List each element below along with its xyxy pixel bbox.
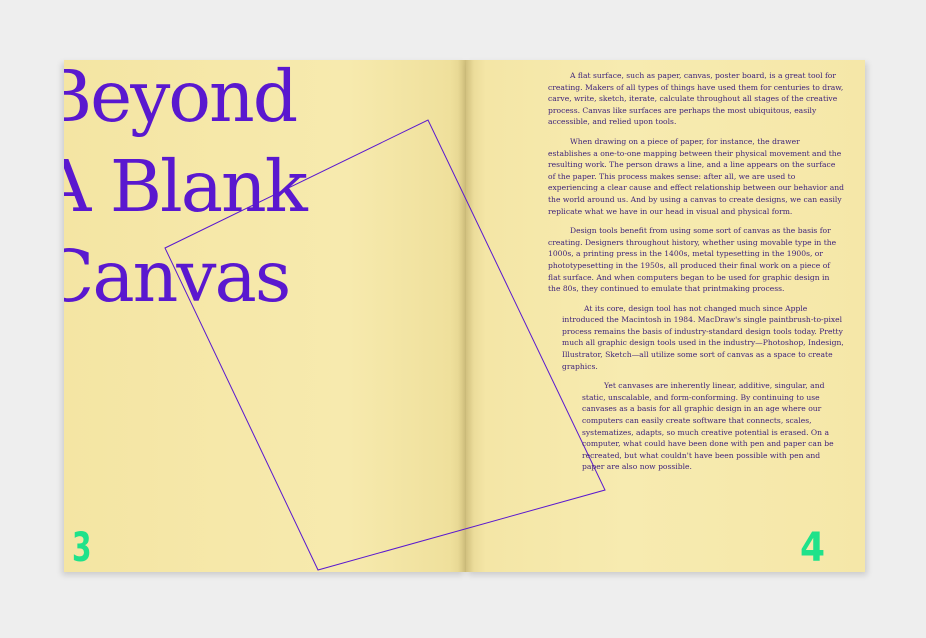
paragraph-1: A flat surface, such as paper, canvas, p… (548, 71, 844, 127)
page-number-right: 4 (800, 525, 826, 571)
page-number-left: 3 (72, 525, 92, 571)
paragraph-3: Design tools benefit from using some sor… (548, 226, 837, 294)
magazine-spread: Beyond A Blank Canvas A flat surface, su… (0, 0, 926, 638)
paragraph-4: At its core, design tool has not changed… (562, 303, 844, 371)
article-body: A flat surface, such as paper, canvas, p… (548, 70, 844, 481)
paragraph-2: When drawing on a piece of paper, for in… (548, 136, 844, 216)
paragraph-5: Yet canvases are inherently linear, addi… (582, 381, 834, 472)
